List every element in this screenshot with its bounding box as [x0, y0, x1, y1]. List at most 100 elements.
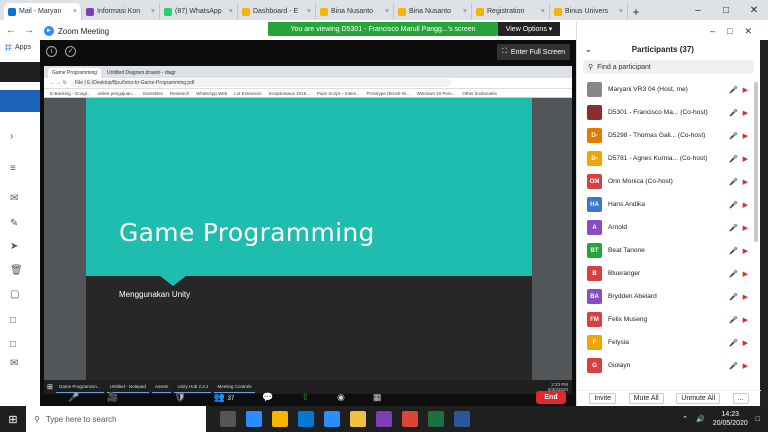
apps-shortcut[interactable]: Apps: [0, 40, 40, 54]
new-tab-button[interactable]: +: [628, 3, 644, 20]
windows-start-icon[interactable]: ⊞: [0, 406, 26, 432]
file-explorer-icon[interactable]: [272, 411, 288, 427]
minimize-icon[interactable]: –: [684, 0, 712, 20]
draft-icon[interactable]: ✎: [10, 219, 20, 229]
tab-close-icon[interactable]: ×: [307, 8, 311, 15]
clock[interactable]: 14:23 20/05/2020: [713, 410, 748, 428]
zoom-app-icon[interactable]: [324, 411, 340, 427]
browser-tab[interactable]: (87) WhatsApp ×: [160, 3, 238, 20]
participant-row[interactable]: D5301 - Francisco Ma... (Co-host) 🎤 ▶: [587, 101, 760, 124]
participants-action-button[interactable]: Unmute All: [676, 393, 721, 404]
tab-favicon-icon: [398, 7, 406, 16]
participants-action-button[interactable]: ...: [732, 393, 749, 404]
participant-row[interactable]: G Giolayn 🎤 ▶: [587, 354, 760, 377]
edge-icon[interactable]: [246, 411, 262, 427]
panel-minimize-icon[interactable]: –: [710, 26, 715, 36]
tab-close-icon[interactable]: ×: [151, 8, 155, 15]
security-shield-icon[interactable]: ✓: [65, 45, 76, 57]
participant-scrollbar[interactable]: [754, 82, 758, 242]
browser-tab-label: Binus Univers: [565, 8, 609, 15]
view-options-button[interactable]: View Options ▾: [498, 22, 560, 36]
notifications-icon[interactable]: □: [756, 416, 760, 423]
mail-icon[interactable]: ✉: [10, 359, 20, 369]
tab-close-icon[interactable]: ×: [541, 8, 545, 15]
participant-row[interactable]: F Felysia 🎤 ▶: [587, 331, 760, 354]
task-view-icon[interactable]: [220, 411, 236, 427]
participant-row[interactable]: BA Brydden Abelard 🎤 ▶: [587, 285, 760, 308]
browser-tab[interactable]: Informasi Kon ×: [82, 3, 160, 20]
folder-icon[interactable]: □: [10, 316, 20, 326]
enter-fullscreen-button[interactable]: ⛶ Enter Full Screen: [497, 44, 570, 60]
info-icon[interactable]: i: [46, 45, 57, 57]
share-screen-icon[interactable]: ⇧: [302, 392, 310, 403]
tab-close-icon[interactable]: ×: [619, 8, 623, 15]
participant-row[interactable]: B Blueranger 🎤 ▶: [587, 262, 760, 285]
chat-icon[interactable]: 💬: [262, 392, 273, 403]
taskbar-search-input[interactable]: ⚲ Type here to search: [26, 406, 206, 432]
participants-action-button[interactable]: Mute All: [628, 393, 664, 404]
participants-button[interactable]: 👥 37: [214, 392, 234, 403]
folder-icon[interactable]: [350, 411, 366, 427]
collapse-chevron-icon[interactable]: ⌄: [585, 45, 592, 54]
browser-tab[interactable]: Binus Univers ×: [550, 3, 628, 20]
participant-row[interactable]: D- D5298 - Thomas Gali... (Co-host) 🎤 ▶: [587, 124, 760, 147]
security-icon[interactable]: 🛡: [174, 392, 185, 403]
avatar: B: [587, 266, 602, 281]
mic-muted-icon: 🎤: [729, 270, 738, 278]
excel-icon[interactable]: [428, 411, 444, 427]
forward-icon[interactable]: →: [24, 25, 34, 36]
mic-muted-icon: 🎤: [729, 132, 738, 140]
clock-time: 14:23: [721, 411, 739, 418]
start-video-icon[interactable]: 🎥: [107, 392, 118, 403]
back-icon[interactable]: ←: [6, 25, 16, 36]
avatar: F: [587, 335, 602, 350]
browser-tab[interactable]: Registration ×: [472, 3, 550, 20]
close-icon[interactable]: ✕: [740, 0, 768, 20]
participants-action-button[interactable]: Invite: [589, 393, 617, 404]
participant-row[interactable]: OM Orin Monica (Co-host) 🎤 ▶: [587, 170, 760, 193]
teams-icon[interactable]: [376, 411, 392, 427]
volume-icon[interactable]: 🔊: [696, 415, 705, 423]
participant-row[interactable]: Maryani VR3 04 (Host, me) 🎤 ▶: [587, 78, 760, 101]
video-off-icon: ▶: [742, 316, 748, 324]
tab-close-icon[interactable]: ×: [385, 8, 389, 15]
archive-icon[interactable]: ▢: [10, 290, 20, 300]
chrome-icon[interactable]: [402, 411, 418, 427]
notes-icon[interactable]: □: [10, 340, 20, 350]
maximize-icon[interactable]: □: [712, 0, 740, 20]
participant-row[interactable]: BT Beat Tanone 🎤 ▶: [587, 239, 760, 262]
participant-row[interactable]: HA Hans Andika 🎤 ▶: [587, 193, 760, 216]
tab-close-icon[interactable]: ×: [229, 8, 233, 15]
tab-close-icon[interactable]: ×: [463, 8, 467, 15]
participant-row[interactable]: FM Felix Museng 🎤 ▶: [587, 308, 760, 331]
browser-tab[interactable]: Bina Nusanto ×: [394, 3, 472, 20]
inbox-icon[interactable]: ✉: [10, 194, 20, 204]
tray-chevron-icon[interactable]: ⌃: [682, 415, 688, 423]
record-icon[interactable]: ◉: [337, 392, 345, 403]
shared-bookmark: Lot Extension: [234, 90, 262, 96]
browser-tab[interactable]: Dashboard - E ×: [238, 3, 316, 20]
video-off-icon: ▶: [742, 132, 748, 140]
more-icon[interactable]: ▦: [373, 392, 382, 403]
mic-muted-icon: 🎤: [729, 201, 738, 209]
delete-icon[interactable]: 🗑: [10, 266, 23, 276]
participant-row[interactable]: D- D5781 - Agnes Kurnia... (Co-host) 🎤 ▶: [587, 147, 760, 170]
menu-icon[interactable]: ≡: [10, 164, 20, 174]
panel-close-icon[interactable]: ✕: [744, 26, 752, 37]
unmute-mic-icon[interactable]: 🎤: [68, 392, 79, 403]
browser-tab[interactable]: Mail - Maryan ×: [4, 3, 82, 20]
store-icon[interactable]: [298, 411, 314, 427]
send-icon[interactable]: ➤: [10, 242, 20, 252]
end-meeting-button[interactable]: End: [536, 391, 566, 404]
browser-tab[interactable]: Bina Nusanto ×: [316, 3, 394, 20]
word-icon[interactable]: [454, 411, 470, 427]
participant-row[interactable]: A Arnold 🎤 ▶: [587, 216, 760, 239]
chevron-right-icon[interactable]: ›: [10, 132, 20, 142]
tab-close-icon[interactable]: ×: [73, 8, 77, 15]
panel-maximize-icon[interactable]: □: [727, 26, 732, 36]
mail-app-nav: [0, 90, 40, 112]
panel-window-controls: – □ ✕: [577, 22, 760, 40]
shared-bookmarks-bar: E-Banking - Googl... online pengajuan... G…: [44, 89, 572, 98]
participant-search-input[interactable]: ⚲ Find a participant: [583, 60, 754, 74]
shared-bookmark: Research: [169, 90, 190, 96]
